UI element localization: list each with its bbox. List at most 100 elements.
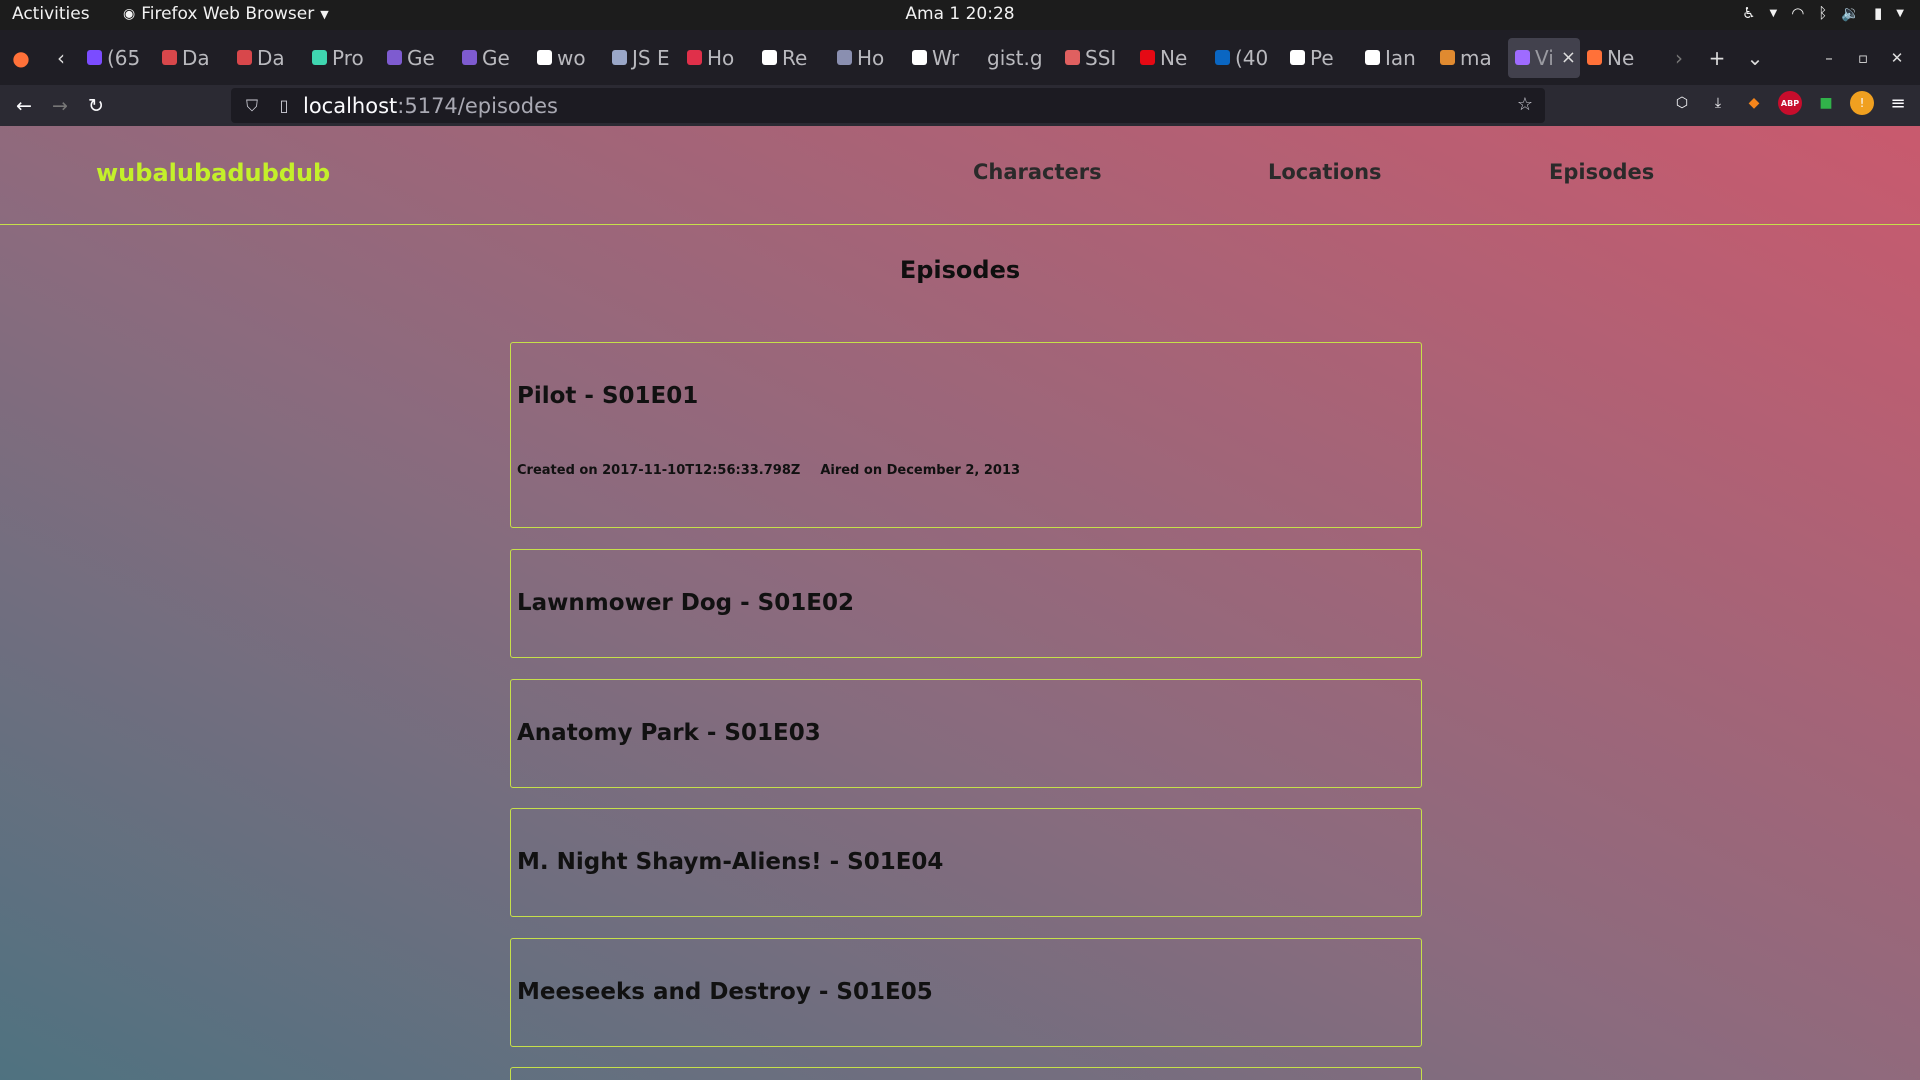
episode-card[interactable]: Lawnmower Dog - S01E02 (510, 549, 1422, 658)
minimize-button[interactable]: – (1812, 38, 1846, 78)
tab-label: Ian (1385, 45, 1416, 70)
hamburger-menu-icon[interactable]: ≡ (1886, 91, 1910, 115)
browser-tab[interactable]: Da (155, 38, 230, 78)
episode-title: Lawnmower Dog - S01E02 (517, 590, 854, 616)
maximize-button[interactable]: ▫ (1846, 38, 1880, 78)
bookmark-star-icon[interactable]: ☆ (1517, 94, 1533, 115)
browser-tab[interactable]: Vi × (1508, 37, 1580, 78)
volume-icon[interactable]: 🔉 (1841, 4, 1860, 22)
pocket-icon[interactable]: ⬡ (1670, 91, 1694, 115)
tab-strip: ● ‹ (65 Da Da Pro Ge Ge wo JS E Ho Re Ho Wr gist.g SS… (0, 30, 1920, 85)
system-tray[interactable]: ♿ ▼ ◠ ᛒ 🔉 ▮ ▼ (1742, 4, 1904, 22)
browser-tab[interactable]: wo (530, 38, 605, 78)
close-window-button[interactable]: ✕ (1880, 38, 1914, 78)
browser-tab[interactable]: (65 (80, 38, 155, 78)
browser-tab[interactable]: JS E (605, 38, 680, 78)
favicon-icon (1587, 50, 1602, 65)
accessibility-icon[interactable]: ♿ (1742, 4, 1755, 22)
scroll-tabs-right-button[interactable]: › (1660, 38, 1698, 78)
tab-label: Ho (707, 45, 735, 70)
tab-label: gist.g (987, 45, 1043, 70)
navigation-toolbar: ← → ↻ ⛉ ▯ localhost:5174/episodes ☆ ⬡ ⤓ … (0, 85, 1920, 126)
chevron-down-icon: ▼ (1769, 7, 1778, 19)
browser-tab[interactable]: (40 (1208, 38, 1283, 78)
url-bar[interactable]: ⛉ ▯ localhost:5174/episodes ☆ (231, 88, 1545, 123)
browser-tab[interactable]: gist.g (980, 38, 1058, 78)
browser-tab[interactable]: Re (755, 38, 830, 78)
new-tab-button[interactable]: + (1698, 38, 1736, 78)
firefox-icon: ◉ (123, 6, 136, 22)
system-top-bar: Activities ◉ Firefox Web Browser ▼ Ama 1… (0, 0, 1920, 30)
tab-label: Pro (332, 45, 364, 70)
episode-meta: Created on 2017-11-10T12:56:33.798Z Aire… (517, 463, 1020, 478)
episode-card[interactable] (510, 1067, 1422, 1080)
nav-link-locations[interactable]: Locations (1268, 160, 1382, 184)
tab-label: wo (557, 45, 586, 70)
browser-tab[interactable]: Wr (905, 38, 980, 78)
tab-label: Pe (1310, 45, 1334, 70)
shield-icon[interactable]: ⛉ (241, 96, 263, 116)
browser-tab[interactable]: ma (1433, 38, 1508, 78)
browser-tab[interactable]: SSI (1058, 38, 1133, 78)
firefox-view-icon[interactable]: ● (0, 38, 42, 78)
favicon-icon (612, 50, 627, 65)
metamask-icon[interactable]: ◆ (1742, 91, 1766, 115)
extension-green-icon[interactable]: ■ (1814, 91, 1838, 115)
episode-card[interactable]: Meeseeks and Destroy - S01E05 (510, 938, 1422, 1047)
favicon-icon (687, 50, 702, 65)
favicon-icon (1365, 50, 1380, 65)
tab-label: Vi (1535, 45, 1554, 70)
episode-card[interactable]: M. Night Shaym-Aliens! - S01E04 (510, 808, 1422, 917)
reload-button[interactable]: ↻ (78, 90, 114, 122)
back-button[interactable]: ← (6, 90, 42, 122)
browser-tab[interactable]: Ge (380, 38, 455, 78)
browser-tab[interactable]: Ne (1133, 38, 1208, 78)
browser-tab[interactable]: Ne (1580, 38, 1655, 78)
browser-tab[interactable]: Pe (1283, 38, 1358, 78)
tab-label: Ne (1607, 45, 1635, 70)
page-icon[interactable]: ▯ (273, 96, 295, 115)
browser-tab[interactable]: Pro (305, 38, 380, 78)
tab-label: ma (1460, 45, 1492, 70)
episode-aired: Aired on December 2, 2013 (820, 463, 1021, 478)
list-all-tabs-button[interactable]: ⌄ (1736, 38, 1774, 78)
adblock-plus-icon[interactable]: ABP (1778, 91, 1802, 115)
page-viewport: wubalubadubdub Characters Locations Epis… (0, 126, 1920, 1080)
browser-tab[interactable]: Da (230, 38, 305, 78)
forward-button[interactable]: → (42, 90, 78, 122)
favicon-icon (912, 50, 927, 65)
favicon-icon (462, 50, 477, 65)
battery-icon[interactable]: ▮ (1874, 4, 1882, 22)
episode-title: Pilot - S01E01 (517, 383, 699, 409)
clock[interactable]: Ama 1 20:28 (905, 4, 1014, 24)
tab-label: Da (257, 45, 285, 70)
favicon-icon (1515, 50, 1530, 65)
episode-created: Created on 2017-11-10T12:56:33.798Z (517, 463, 801, 478)
chevron-down-icon: ▼ (320, 7, 329, 21)
extension-orange-icon[interactable]: ! (1850, 91, 1874, 115)
episode-title: Meeseeks and Destroy - S01E05 (517, 979, 933, 1005)
browser-tab[interactable]: Ho (830, 38, 905, 78)
browser-tab[interactable]: Ho (680, 38, 755, 78)
episode-card[interactable]: Anatomy Park - S01E03 (510, 679, 1422, 788)
close-tab-icon[interactable]: × (1561, 47, 1576, 68)
favicon-icon (837, 50, 852, 65)
scroll-tabs-left-button[interactable]: ‹ (42, 38, 80, 78)
nav-link-characters[interactable]: Characters (973, 160, 1102, 184)
tab-list: (65 Da Da Pro Ge Ge wo JS E Ho Re Ho Wr gist.g SSI Ne (… (80, 37, 1660, 78)
browser-tab[interactable]: Ian (1358, 38, 1433, 78)
chevron-down-icon: ▼ (1896, 7, 1904, 19)
tab-label: Ho (857, 45, 885, 70)
browser-tab[interactable]: Ge (455, 38, 530, 78)
bluetooth-icon[interactable]: ᛒ (1818, 4, 1827, 22)
app-menu[interactable]: ◉ Firefox Web Browser ▼ (123, 4, 329, 24)
nav-link-episodes[interactable]: Episodes (1549, 160, 1654, 184)
site-brand[interactable]: wubalubadubdub (96, 159, 330, 187)
tab-label: Wr (932, 45, 960, 70)
downloads-icon[interactable]: ⤓ (1706, 91, 1730, 115)
wifi-icon[interactable]: ◠ (1791, 4, 1804, 22)
site-header: wubalubadubdub Characters Locations Epis… (0, 126, 1920, 225)
activities-button[interactable]: Activities (12, 4, 90, 24)
episode-card[interactable]: Pilot - S01E01 Created on 2017-11-10T12:… (510, 342, 1422, 528)
tab-label: SSI (1085, 45, 1117, 70)
